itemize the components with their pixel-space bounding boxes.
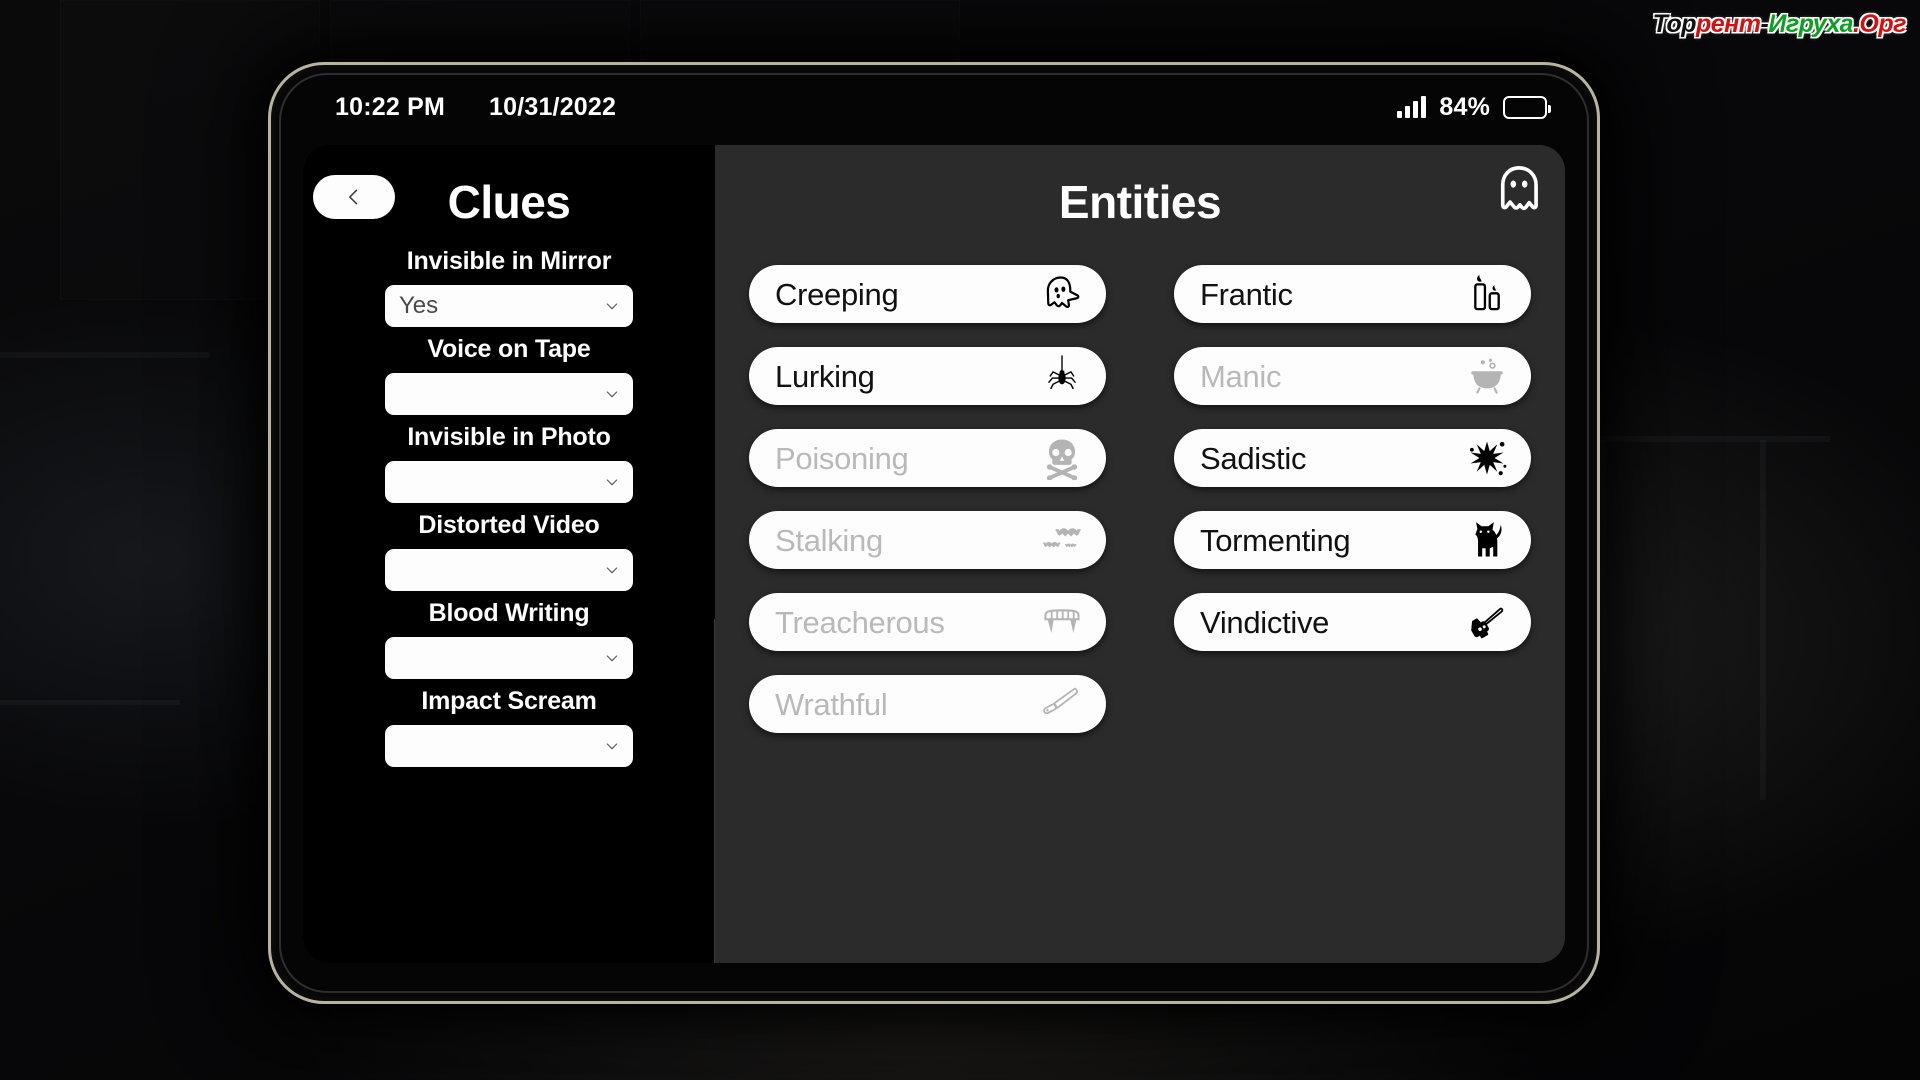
entities-panel: Entities Creeping Frantic Lurking Manic …	[715, 145, 1565, 963]
candles-icon	[1465, 272, 1509, 316]
clue-label: Voice on Tape	[427, 335, 591, 363]
entity-label: Stalking	[775, 522, 883, 558]
chevron-down-icon	[606, 743, 618, 750]
chevron-down-icon	[606, 479, 618, 486]
entity-button-poisoning[interactable]: Poisoning	[749, 429, 1106, 487]
entity-button-lurking[interactable]: Lurking	[749, 347, 1106, 405]
back-button[interactable]	[313, 175, 395, 219]
entity-button-sadistic[interactable]: Sadistic	[1174, 429, 1531, 487]
clue-row-blood-writing: Blood Writing	[303, 599, 715, 679]
clue-select-blood-writing[interactable]	[385, 637, 633, 679]
chevron-down-icon	[606, 303, 618, 310]
status-time: 10:22 PM	[335, 92, 445, 121]
ghost-icon	[1040, 272, 1084, 316]
window-frame	[0, 700, 180, 705]
spider-icon	[1040, 354, 1084, 398]
clue-row-invisible-in-photo: Invisible in Photo	[303, 423, 715, 503]
entity-label: Wrathful	[775, 686, 888, 722]
clues-header: Clues	[303, 165, 715, 239]
window-frame	[1600, 440, 1606, 800]
status-right-cluster: 84%	[1397, 92, 1551, 122]
cauldron-icon	[1465, 354, 1509, 398]
watermark-part-2: рент	[1696, 10, 1761, 38]
clue-select-invisible-in-photo[interactable]	[385, 461, 633, 503]
watermark-part-1: Тор	[1652, 10, 1697, 38]
chevron-down-icon	[606, 567, 618, 574]
clue-row-impact-scream: Impact Scream	[303, 687, 715, 767]
clue-label: Invisible in Photo	[407, 423, 611, 451]
clue-label: Invisible in Mirror	[406, 247, 612, 275]
chevron-left-icon	[349, 189, 358, 205]
knife-icon	[1040, 682, 1084, 726]
entities-grid: Creeping Frantic Lurking Manic Poisoning…	[715, 239, 1565, 733]
clue-select-invisible-in-mirror[interactable]: Yes	[385, 285, 633, 327]
tablet-device: 10:22 PM 10/31/2022 84% Clues Invisible …	[268, 62, 1600, 1004]
entity-label: Vindictive	[1200, 604, 1330, 640]
watermark-part-5: .Орг	[1852, 10, 1907, 38]
window-frame	[1600, 436, 1830, 442]
ghost-icon[interactable]	[1493, 163, 1545, 215]
clue-select-impact-scream[interactable]	[385, 725, 633, 767]
entity-label: Manic	[1200, 358, 1282, 394]
entities-header: Entities	[715, 165, 1565, 239]
battery-icon	[1503, 95, 1551, 119]
entity-button-treacherous[interactable]: Treacherous	[749, 593, 1106, 651]
entity-button-creeping[interactable]: Creeping	[749, 265, 1106, 323]
clues-panel: Clues Invisible in Mirror Yes Voice on T…	[303, 145, 715, 963]
window-frame	[0, 352, 210, 358]
clue-label: Distorted Video	[418, 511, 600, 539]
entity-label: Lurking	[775, 358, 875, 394]
chainsaw-icon	[1465, 600, 1509, 644]
clue-value: Yes	[399, 292, 439, 319]
chevron-down-icon	[606, 391, 618, 398]
battery-percent-label: 84%	[1439, 92, 1490, 121]
tablet-screen-bezel: 10:22 PM 10/31/2022 84% Clues Invisible …	[279, 73, 1589, 993]
entity-label: Treacherous	[775, 604, 945, 640]
site-watermark: Торрент-Игруха.Орг	[1652, 10, 1907, 39]
entity-button-vindictive[interactable]: Vindictive	[1174, 593, 1531, 651]
clue-row-invisible-in-mirror: Invisible in Mirror Yes	[303, 247, 715, 327]
chevron-down-icon	[606, 655, 618, 662]
entity-button-wrathful[interactable]: Wrathful	[749, 675, 1106, 733]
entity-label: Sadistic	[1200, 440, 1307, 476]
app-screen: Clues Invisible in Mirror Yes Voice on T…	[303, 145, 1565, 963]
entity-button-tormenting[interactable]: Tormenting	[1174, 511, 1531, 569]
clue-select-distorted-video[interactable]	[385, 549, 633, 591]
entity-label: Frantic	[1200, 276, 1293, 312]
fangs-icon	[1040, 600, 1084, 644]
status-date: 10/31/2022	[489, 92, 617, 121]
clue-label: Impact Scream	[421, 687, 597, 715]
entities-title: Entities	[1058, 176, 1222, 228]
signal-bars-icon	[1397, 96, 1427, 118]
clues-title: Clues	[447, 176, 571, 228]
entity-label: Creeping	[775, 276, 899, 312]
black-cat-icon	[1465, 518, 1509, 562]
clue-row-voice-on-tape: Voice on Tape	[303, 335, 715, 415]
clue-select-voice-on-tape[interactable]	[385, 373, 633, 415]
bats-icon	[1040, 518, 1084, 562]
entity-button-stalking[interactable]: Stalking	[749, 511, 1106, 569]
entity-button-frantic[interactable]: Frantic	[1174, 265, 1531, 323]
window-frame	[1760, 440, 1766, 800]
entity-label: Tormenting	[1200, 522, 1351, 558]
clue-row-distorted-video: Distorted Video	[303, 511, 715, 591]
entity-button-manic[interactable]: Manic	[1174, 347, 1531, 405]
skull-crossbones-icon	[1040, 436, 1084, 480]
entity-label: Poisoning	[775, 440, 909, 476]
clue-label: Blood Writing	[428, 599, 590, 627]
status-bar: 10:22 PM 10/31/2022 84%	[281, 75, 1587, 139]
blood-splatter-icon	[1465, 436, 1509, 480]
watermark-part-4: Игруха	[1768, 10, 1853, 38]
